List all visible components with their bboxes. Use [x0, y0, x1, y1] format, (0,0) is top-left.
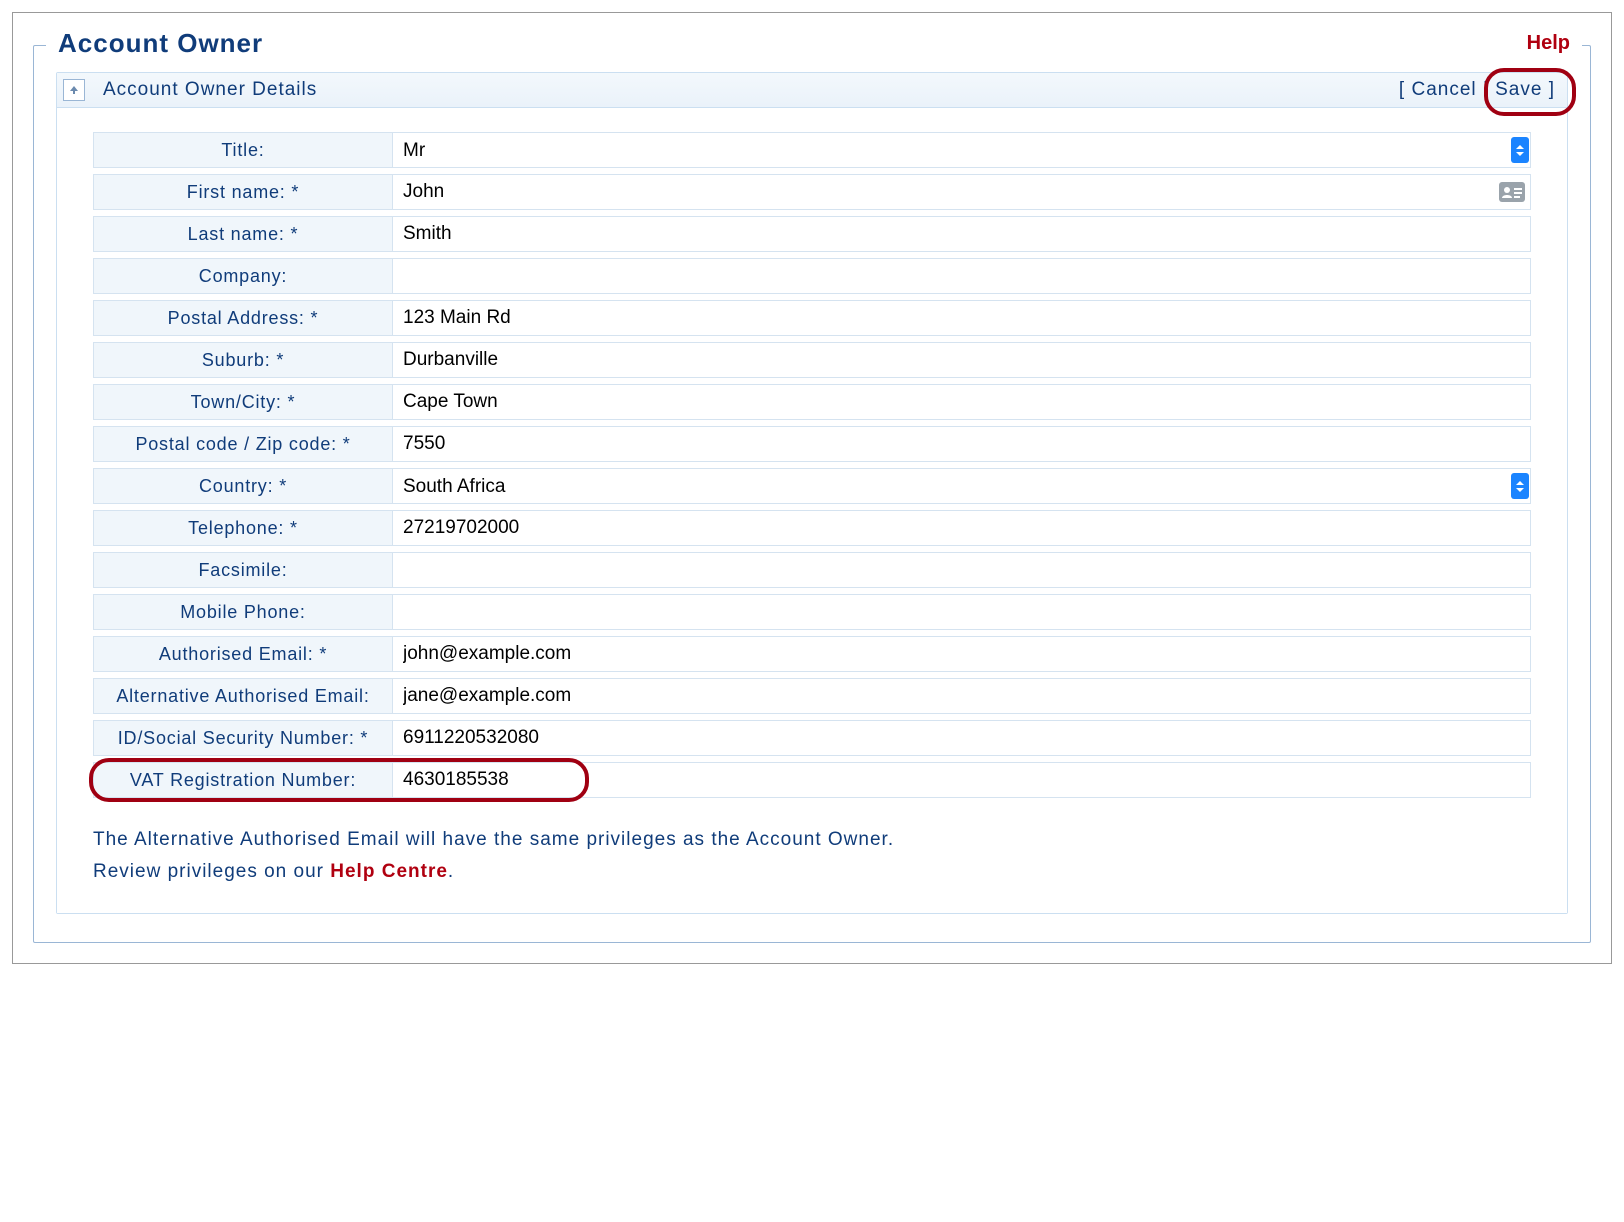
label-title: Title: [93, 132, 393, 168]
label-town-city: Town/City: * [93, 384, 393, 420]
label-alt-authorised-email: Alternative Authorised Email: [93, 678, 393, 714]
row-suburb: Suburb: * [93, 342, 1531, 378]
info-line2: Review privileges on our Help Centre. [93, 856, 1531, 888]
mobile-phone-input[interactable] [393, 594, 1531, 630]
info-line1: The Alternative Authorised Email will ha… [93, 824, 1531, 856]
outer-frame: Account Owner Help Account Owner Details… [12, 12, 1612, 964]
title-select[interactable]: Mr [393, 132, 1531, 168]
label-last-name: Last name: * [93, 216, 393, 252]
label-id-ssn: ID/Social Security Number: * [93, 720, 393, 756]
country-select[interactable]: South Africa [393, 468, 1531, 504]
row-company: Company: [93, 258, 1531, 294]
help-link[interactable]: Help [1521, 32, 1576, 55]
label-country: Country: * [93, 468, 393, 504]
row-postal-code: Postal code / Zip code: * [93, 426, 1531, 462]
postal-address-input[interactable] [393, 300, 1531, 336]
contact-card-icon[interactable] [1499, 182, 1525, 202]
label-suburb: Suburb: * [93, 342, 393, 378]
label-first-name: First name: * [93, 174, 393, 210]
row-vat: VAT Registration Number: [93, 762, 1531, 798]
panel-header: Account Owner Details [ Cancel | Save ] [57, 73, 1567, 108]
label-postal-address: Postal Address: * [93, 300, 393, 336]
row-first-name: First name: * [93, 174, 1531, 210]
telephone-input[interactable] [393, 510, 1531, 546]
panel-title: Account Owner Details [103, 79, 1399, 101]
help-centre-link[interactable]: Help Centre [330, 861, 448, 882]
row-authorised-email: Authorised Email: * [93, 636, 1531, 672]
first-name-input[interactable] [393, 174, 1531, 210]
town-city-input[interactable] [393, 384, 1531, 420]
label-mobile-phone: Mobile Phone: [93, 594, 393, 630]
row-town-city: Town/City: * [93, 384, 1531, 420]
alt-authorised-email-input[interactable] [393, 678, 1531, 714]
row-id-ssn: ID/Social Security Number: * [93, 720, 1531, 756]
legend-row: Account Owner Help [46, 28, 1582, 59]
row-alt-authorised-email: Alternative Authorised Email: [93, 678, 1531, 714]
label-facsimile: Facsimile: [93, 552, 393, 588]
suburb-input[interactable] [393, 342, 1531, 378]
facsimile-input[interactable] [393, 552, 1531, 588]
label-company: Company: [93, 258, 393, 294]
last-name-input[interactable] [393, 216, 1531, 252]
save-button[interactable]: Save [1495, 79, 1542, 100]
account-owner-fieldset: Account Owner Help Account Owner Details… [33, 45, 1591, 943]
label-authorised-email: Authorised Email: * [93, 636, 393, 672]
info-text: The Alternative Authorised Email will ha… [93, 824, 1531, 889]
row-postal-address: Postal Address: * [93, 300, 1531, 336]
collapse-icon[interactable] [63, 79, 85, 101]
cancel-button[interactable]: Cancel [1411, 79, 1476, 100]
page-title: Account Owner [52, 28, 269, 59]
panel-body: Title: Mr First name: * [57, 108, 1567, 913]
postal-code-input[interactable] [393, 426, 1531, 462]
id-ssn-input[interactable] [393, 720, 1531, 756]
row-facsimile: Facsimile: [93, 552, 1531, 588]
panel-actions: [ Cancel | Save ] [1399, 79, 1555, 101]
row-telephone: Telephone: * [93, 510, 1531, 546]
company-input[interactable] [393, 258, 1531, 294]
authorised-email-input[interactable] [393, 636, 1531, 672]
vat-input[interactable] [393, 762, 1531, 798]
details-panel: Account Owner Details [ Cancel | Save ] … [56, 72, 1568, 914]
label-vat: VAT Registration Number: [93, 762, 393, 798]
label-telephone: Telephone: * [93, 510, 393, 546]
row-last-name: Last name: * [93, 216, 1531, 252]
row-mobile-phone: Mobile Phone: [93, 594, 1531, 630]
row-country: Country: * South Africa [93, 468, 1531, 504]
row-title: Title: Mr [93, 132, 1531, 168]
label-postal-code: Postal code / Zip code: * [93, 426, 393, 462]
